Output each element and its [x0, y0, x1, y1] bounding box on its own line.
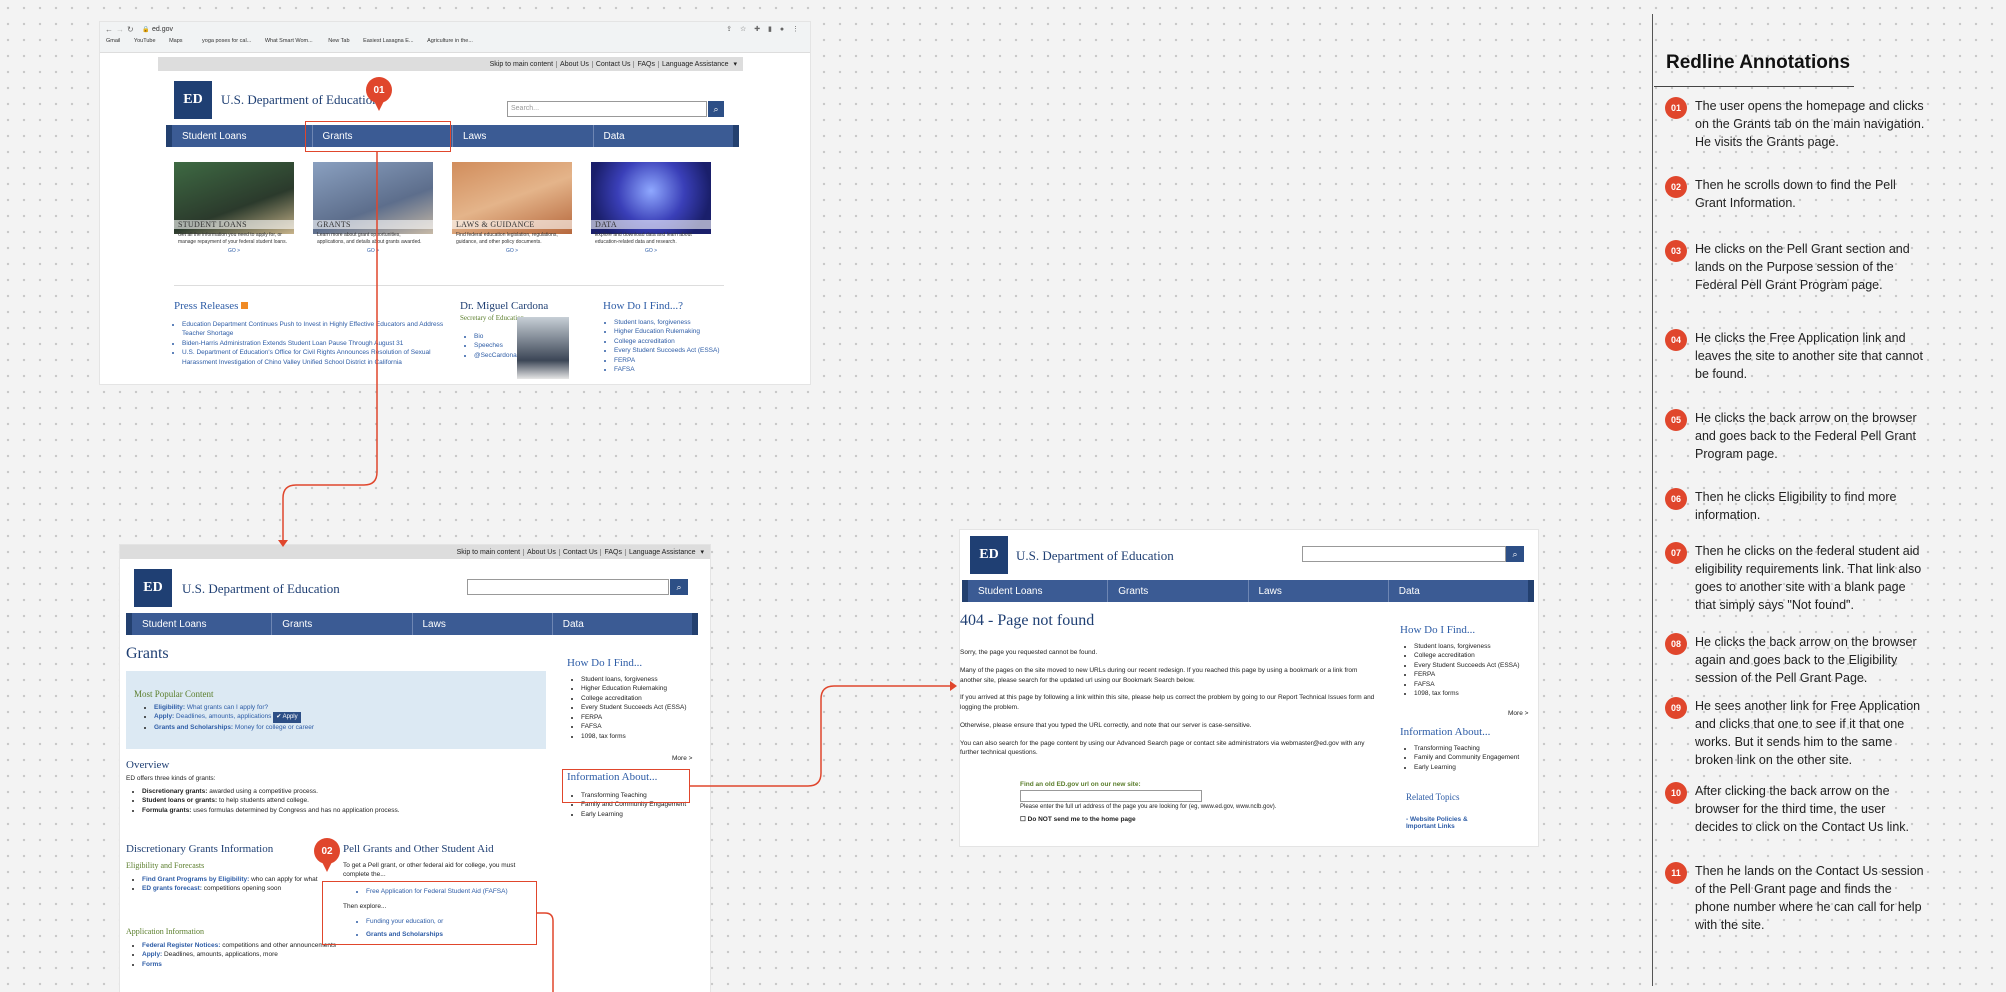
annotation-number: 11 — [1665, 862, 1687, 884]
annotation-text: The user opens the homepage and clicks o… — [1695, 99, 1925, 149]
annotation-text: Then he lands on the Contact Us session … — [1695, 864, 1924, 932]
annotation-text: Then he clicks on the federal student ai… — [1695, 544, 1922, 612]
annotation-number: 04 — [1665, 329, 1687, 351]
annotation-text: He sees another link for Free Applicatio… — [1695, 699, 1921, 767]
annotations-title-underline — [1654, 86, 1854, 87]
flow-connectors — [278, 152, 957, 992]
annotation-item: 04 He clicks the Free Application link an… — [1665, 329, 1925, 383]
annotation-text: He clicks the back arrow on the browser … — [1695, 635, 1917, 685]
annotation-number: 08 — [1665, 633, 1687, 655]
annotation-text: He clicks on the Pell Grant section and … — [1695, 242, 1910, 292]
annotation-item: 01 The user opens the homepage and clicks… — [1665, 97, 1925, 151]
annotation-text: He clicks the back arrow on the browser … — [1695, 411, 1917, 461]
connector-2 — [690, 685, 950, 787]
connector-3 — [537, 912, 554, 992]
annotation-text: Then he scrolls down to find the Pell Gr… — [1695, 178, 1896, 210]
annotations-title: Redline Annotations — [1666, 52, 1851, 73]
annotation-item: 02 Then he scrolls down to find the Pell … — [1665, 176, 1925, 212]
annotation-number: 07 — [1665, 542, 1687, 564]
annotation-item: 08 He clicks the back arrow on the browse… — [1665, 633, 1925, 687]
annotations-divider — [1652, 14, 1653, 986]
arrowhead-1 — [278, 540, 288, 547]
annotation-item: 07 Then he clicks on the federal student … — [1665, 542, 1925, 614]
annotation-item: 09 He sees another link for Free Applica… — [1665, 697, 1925, 769]
annotation-text: Then he clicks Eligibility to find more … — [1695, 490, 1897, 522]
annotation-number: 10 — [1665, 782, 1687, 804]
annotation-number: 02 — [1665, 176, 1687, 198]
arrowhead-2 — [950, 681, 957, 691]
annotation-number: 05 — [1665, 409, 1687, 431]
connector-1 — [282, 152, 378, 540]
annotation-item: 11 Then he lands on the Contact Us sessio… — [1665, 862, 1925, 934]
annotation-text: After clicking the back arrow on the bro… — [1695, 784, 1909, 834]
annotation-number: 06 — [1665, 488, 1687, 510]
annotation-number: 09 — [1665, 697, 1687, 719]
annotation-item: 05 He clicks the back arrow on the browse… — [1665, 409, 1925, 463]
annotation-number: 03 — [1665, 240, 1687, 262]
annotation-number: 01 — [1665, 97, 1687, 119]
annotation-text: He clicks the Free Application link and … — [1695, 331, 1923, 381]
annotation-item: 06 Then he clicks Eligibility to find mor… — [1665, 488, 1925, 524]
annotation-item: 10 After clicking the back arrow on the b… — [1665, 782, 1925, 836]
annotation-item: 03 He clicks on the Pell Grant section an… — [1665, 240, 1925, 294]
